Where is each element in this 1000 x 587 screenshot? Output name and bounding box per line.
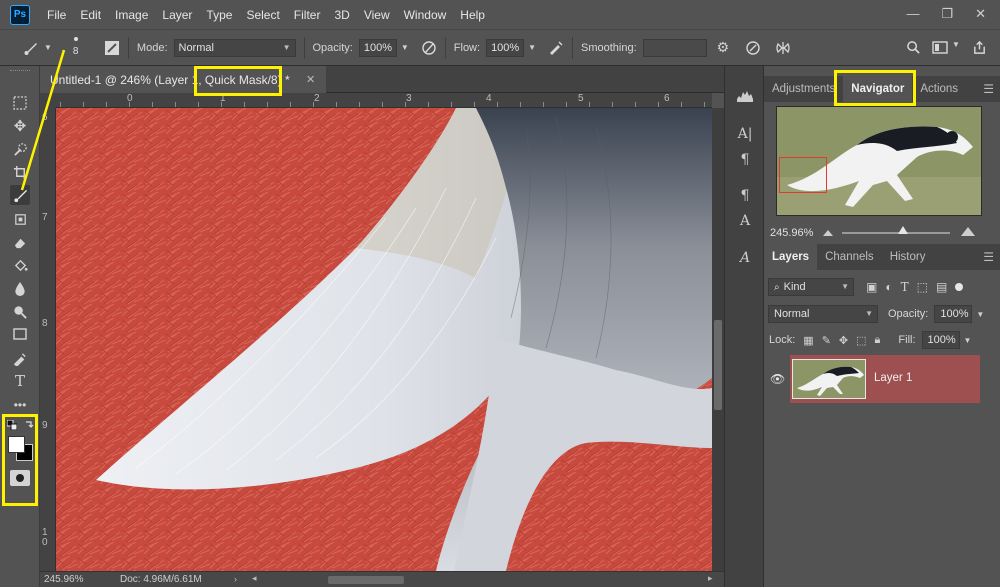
annotation-overlay — [20, 49, 66, 191]
annotation-pointer-line — [20, 49, 66, 191]
